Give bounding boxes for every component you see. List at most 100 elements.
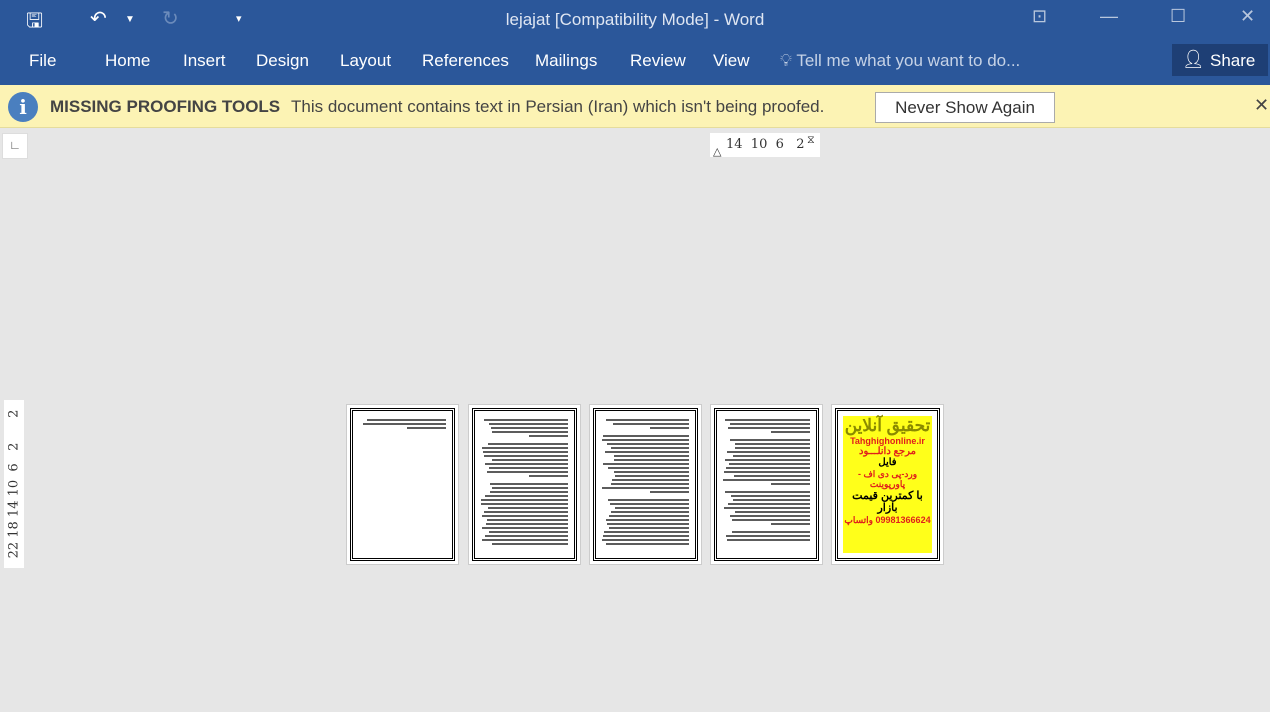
text-line	[489, 467, 568, 469]
tab-view[interactable]: View	[713, 51, 750, 71]
text-line	[606, 543, 689, 545]
text-line	[488, 507, 568, 509]
text-line	[605, 451, 689, 453]
text-line	[727, 539, 810, 541]
text-line	[614, 455, 689, 457]
vertical-ruler[interactable]: 22 18 14 10 6 2 2	[4, 400, 24, 568]
close-window-icon[interactable]: ✕	[1240, 6, 1255, 27]
tab-design[interactable]: Design	[256, 51, 309, 71]
text-line	[486, 523, 568, 525]
text-line	[729, 463, 810, 465]
text-line	[492, 487, 568, 489]
tab-review[interactable]: Review	[630, 51, 686, 71]
text-line	[606, 519, 689, 521]
text-line	[610, 503, 689, 505]
page-thumbnail-5[interactable]: تحقیق آنلاین Tahghighonline.ir مرجع دانل…	[831, 404, 944, 565]
text-line	[727, 451, 810, 453]
text-line	[614, 459, 689, 461]
never-show-again-button[interactable]: Never Show Again	[875, 92, 1055, 123]
text-line	[363, 423, 446, 425]
text-line	[529, 475, 568, 477]
text-line	[484, 455, 568, 457]
indent-marker-icon[interactable]: △	[713, 145, 721, 158]
text-line	[489, 423, 568, 425]
ad-line: با کمترین قیمت بازار	[843, 490, 932, 515]
page-thumbnail-4[interactable]	[710, 404, 823, 565]
text-line	[607, 443, 689, 445]
text-line	[733, 499, 810, 501]
page-thumbnail-1[interactable]	[346, 404, 459, 565]
text-line	[492, 431, 568, 433]
text-line	[603, 463, 689, 465]
text-line	[611, 511, 689, 513]
text-line	[725, 419, 810, 421]
text-line	[607, 523, 689, 525]
tab-mailings[interactable]: Mailings	[535, 51, 597, 71]
lightbulb-icon: 💡︎	[780, 51, 792, 70]
text-line	[771, 523, 810, 525]
text-line	[612, 479, 689, 481]
text-line	[731, 495, 810, 497]
maximize-icon[interactable]: ☐	[1170, 6, 1186, 27]
text-line	[489, 531, 568, 533]
close-message-icon[interactable]: ✕	[1254, 95, 1269, 116]
right-indent-marker-icon[interactable]: ⧖	[807, 133, 815, 147]
text-line	[615, 507, 689, 509]
tab-references[interactable]: References	[422, 51, 509, 71]
message-title: MISSING PROOFING TOOLS	[50, 97, 280, 117]
text-line	[724, 507, 810, 509]
share-label: Share	[1210, 51, 1255, 70]
tab-selector[interactable]: ∟	[2, 133, 28, 159]
text-line	[724, 471, 810, 473]
person-add-icon: 👤︎	[1182, 49, 1205, 70]
tab-file[interactable]: File	[29, 51, 56, 71]
info-icon: i	[8, 92, 38, 122]
tab-insert[interactable]: Insert	[183, 51, 226, 71]
ribbon-display-icon[interactable]: ⊡	[1032, 6, 1047, 27]
page-thumbnail-3[interactable]	[589, 404, 702, 565]
text-line	[602, 539, 689, 541]
text-line	[615, 475, 689, 477]
page-thumbnail-2[interactable]	[468, 404, 581, 565]
text-line	[603, 435, 689, 437]
text-line	[485, 495, 568, 497]
text-line	[730, 515, 810, 517]
text-line	[611, 483, 689, 485]
text-line	[482, 515, 568, 517]
text-line	[730, 423, 810, 425]
tab-layout[interactable]: Layout	[340, 51, 391, 71]
text-line	[604, 531, 689, 533]
tab-home[interactable]: Home	[105, 51, 150, 71]
text-line	[602, 487, 689, 489]
tell-me-box[interactable]: 💡︎ Tell me what you want to do...	[780, 51, 1020, 71]
ad-line: فایل	[843, 457, 932, 469]
text-line	[490, 483, 568, 485]
text-line	[732, 519, 810, 521]
text-line	[734, 475, 810, 477]
text-line	[485, 535, 568, 537]
minimize-icon[interactable]: —	[1100, 6, 1118, 27]
text-line	[490, 491, 568, 493]
text-line	[725, 459, 810, 461]
message-text: This document contains text in Persian (…	[291, 97, 824, 117]
text-line	[492, 459, 568, 461]
text-line	[650, 427, 689, 429]
share-button[interactable]: 👤︎ Share	[1172, 44, 1268, 76]
text-line	[735, 447, 810, 449]
text-line	[481, 499, 568, 501]
ribbon-tabs: File Home Insert Design Layout Reference…	[0, 40, 1270, 85]
horizontal-ruler[interactable]: 14 10 6 2 △ ⧖	[710, 133, 820, 157]
text-line	[603, 535, 689, 537]
text-line	[611, 447, 689, 449]
ad-line: ورد-پی دی اف - پاورپوینت	[843, 469, 932, 490]
text-line	[481, 503, 568, 505]
text-line	[367, 419, 446, 421]
text-line	[730, 439, 810, 441]
text-line	[482, 447, 568, 449]
text-line	[602, 439, 689, 441]
text-line	[483, 451, 568, 453]
ruler-labels: 14 10 6 2	[726, 137, 805, 152]
text-line	[733, 455, 810, 457]
text-line	[492, 543, 568, 545]
text-line	[771, 483, 810, 485]
